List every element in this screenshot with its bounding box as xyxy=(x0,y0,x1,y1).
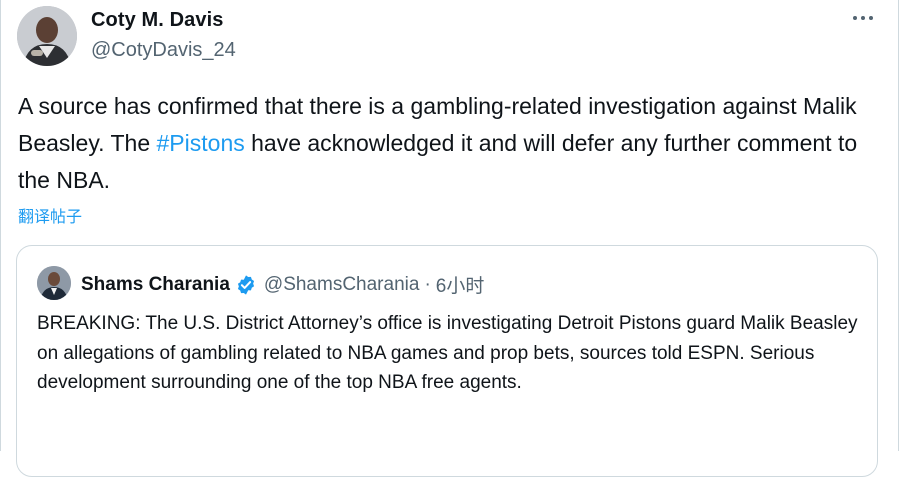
quoted-tweet-text: BREAKING: The U.S. District Attorney’s o… xyxy=(37,313,858,393)
author-avatar[interactable] xyxy=(17,6,77,66)
quoted-author-name[interactable]: Shams Charania xyxy=(81,274,230,296)
tweet-text: A source has confirmed that there is a g… xyxy=(18,88,888,199)
quoted-tweet[interactable]: Shams Charania @ShamsCharania · 6小时 BREA… xyxy=(16,245,878,477)
quoted-timestamp[interactable]: 6小时 xyxy=(436,271,485,298)
more-options-button[interactable] xyxy=(849,8,877,28)
separator-dot: · xyxy=(424,273,431,295)
author-handle[interactable]: @CotyDavis_24 xyxy=(91,39,236,62)
quoted-author-avatar[interactable] xyxy=(37,266,71,300)
hashtag-link[interactable]: #Pistons xyxy=(157,130,245,156)
more-horizontal-icon xyxy=(853,16,873,20)
tweet-card: Coty M. Davis @CotyDavis_24 A source has… xyxy=(0,0,899,477)
quoted-tweet-header: Shams Charania @ShamsCharania · 6小时 xyxy=(81,271,484,298)
author-name[interactable]: Coty M. Davis xyxy=(91,9,223,32)
quoted-author-handle[interactable]: @ShamsCharania xyxy=(264,274,420,296)
translate-post-link[interactable]: 翻译帖子 xyxy=(18,203,82,227)
verified-badge-icon xyxy=(237,274,254,295)
